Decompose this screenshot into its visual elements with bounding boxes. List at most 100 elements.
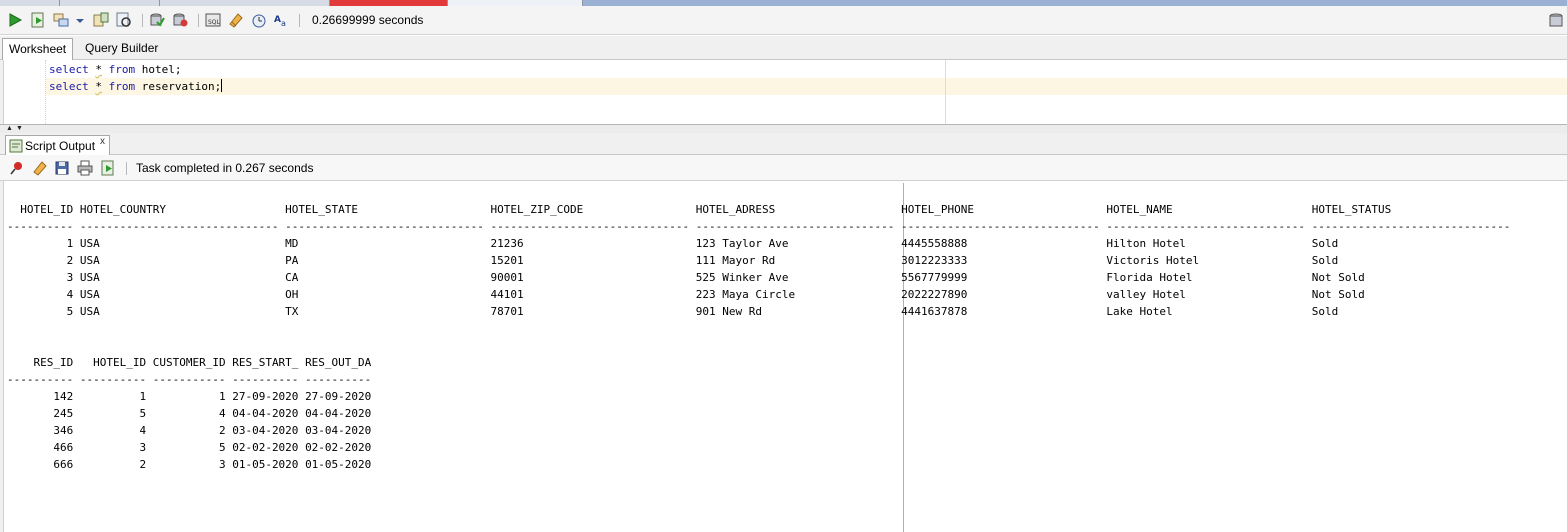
code-line[interactable]: select * from reservation; — [49, 78, 223, 95]
table-cell: USA — [79, 237, 279, 250]
table-cell: Not Sold — [1311, 271, 1511, 284]
run-statement-icon[interactable] — [7, 12, 23, 28]
autotrace-icon[interactable] — [93, 12, 109, 28]
column-header: RES_OUT_DA — [305, 356, 372, 369]
table-cell: 02-02-2020 — [305, 441, 372, 454]
editor-tabs: Worksheet Query Builder — [0, 36, 1567, 60]
table-cell: Sold — [1311, 254, 1511, 267]
column-header: RES_START_ — [232, 356, 299, 369]
table-cell: 5567779999 — [901, 271, 1100, 284]
table-cell: PA — [285, 254, 484, 267]
table-cell: 346 — [7, 424, 74, 437]
table-cell: 3012223333 — [901, 254, 1100, 267]
dropdown-arrow-icon[interactable] — [75, 12, 85, 28]
reservation-result-table: RES_ID HOTEL_ID CUSTOMER_ID RES_START_ R… — [7, 354, 371, 473]
eraser-icon[interactable] — [32, 160, 48, 176]
table-cell: 123 Taylor Ave — [695, 237, 895, 250]
table-cell: 04-04-2020 — [232, 407, 299, 420]
unshared-sql-worksheet-icon[interactable] — [251, 12, 267, 28]
result-separator: ---------- -----------------------------… — [7, 220, 1511, 233]
table-cell: 4 — [7, 288, 74, 301]
table-cell: 525 Winker Ave — [695, 271, 895, 284]
table-name: hotel; — [141, 63, 182, 76]
table-cell: USA — [79, 254, 279, 267]
table-cell: 01-05-2020 — [305, 458, 372, 471]
run-script-icon[interactable] — [30, 12, 46, 28]
collapse-up-arrow-icon[interactable]: ▲ — [6, 125, 13, 133]
table-cell: USA — [79, 288, 279, 301]
table-cell: 1 — [79, 390, 147, 403]
table-cell: Sold — [1311, 237, 1511, 250]
clear-icon[interactable] — [228, 12, 244, 28]
tab-worksheet[interactable]: Worksheet — [2, 38, 74, 60]
editor-gutter — [0, 60, 46, 124]
sql-history-icon[interactable]: SQL — [205, 12, 221, 28]
script-output-label: Script Output — [25, 139, 96, 153]
code-line[interactable]: select * from hotel; — [49, 61, 182, 78]
column-header: HOTEL_STATE — [285, 203, 484, 216]
result-header-row: HOTEL_ID HOTEL_COUNTRY HOTEL_STATE HOTEL… — [7, 203, 1510, 216]
panel-splitter[interactable]: ▲ ▼ — [0, 124, 1567, 133]
column-header: RES_ID — [7, 356, 74, 369]
table-cell: 4445558888 — [901, 237, 1100, 250]
table-cell: 02-02-2020 — [232, 441, 299, 454]
sql-tuning-icon[interactable] — [116, 12, 132, 28]
result-separator: ---------- ---------- ----------- ------… — [7, 373, 372, 386]
table-cell: 5 — [79, 407, 147, 420]
table-cell: 666 — [7, 458, 74, 471]
table-cell: 4 — [79, 424, 147, 437]
table-cell: 03-04-2020 — [232, 424, 299, 437]
table-cell: 27-09-2020 — [232, 390, 299, 403]
tab-query-builder[interactable]: Query Builder — [79, 38, 164, 60]
keyword-from: from — [108, 80, 136, 93]
toolbar-separator — [142, 14, 143, 27]
table-cell: 27-09-2020 — [305, 390, 372, 403]
export-icon[interactable] — [100, 160, 116, 176]
collapse-down-arrow-icon[interactable]: ▼ — [16, 125, 23, 133]
table-cell: 03-04-2020 — [305, 424, 372, 437]
connection-icon[interactable] — [1548, 12, 1564, 28]
toolbar-separator — [299, 14, 300, 27]
close-icon[interactable]: x — [100, 136, 105, 147]
execution-time: 0.26699999 seconds — [312, 13, 424, 27]
table-cell: 223 Maya Circle — [695, 288, 895, 301]
format-icon[interactable]: Aa — [273, 12, 289, 28]
table-cell: 3 — [152, 458, 226, 471]
table-cell: 21236 — [490, 237, 690, 250]
explain-plan-icon[interactable] — [53, 12, 69, 28]
print-icon[interactable] — [77, 160, 93, 176]
pin-icon[interactable] — [9, 160, 25, 176]
commit-icon[interactable] — [149, 12, 165, 28]
toolbar-separator — [126, 162, 127, 175]
rollback-icon[interactable] — [172, 12, 188, 28]
table-cell: 5 — [7, 305, 74, 318]
output-tabs: Script Output x — [0, 133, 1567, 155]
keyword-select: select — [49, 80, 89, 93]
column-header: HOTEL_ZIP_CODE — [490, 203, 690, 216]
toolbar-separator — [198, 14, 199, 27]
sql-editor[interactable]: select * from hotel; select * from reser… — [0, 60, 1567, 124]
table-cell: 78701 — [490, 305, 690, 318]
wildcard: * — [95, 80, 102, 93]
table-cell: 142 — [7, 390, 74, 403]
save-icon[interactable] — [54, 160, 70, 176]
table-cell: 245 — [7, 407, 74, 420]
table-cell: 01-05-2020 — [232, 458, 299, 471]
table-cell: Not Sold — [1311, 288, 1511, 301]
table-cell: 1 — [152, 390, 226, 403]
tab-script-output[interactable]: Script Output x — [5, 135, 110, 155]
table-cell: 15201 — [490, 254, 690, 267]
table-cell: Sold — [1311, 305, 1511, 318]
column-header: HOTEL_COUNTRY — [79, 203, 279, 216]
table-cell: Hilton Hotel — [1106, 237, 1306, 250]
svg-text:SQL: SQL — [208, 19, 221, 26]
table-row: 4 USA OH 44101 223 Maya Circle 202222789… — [7, 288, 1510, 301]
svg-text:A: A — [274, 15, 281, 25]
wildcard: * — [95, 63, 102, 76]
table-row: 245 5 4 04-04-2020 04-04-2020 — [7, 407, 371, 420]
table-cell: 466 — [7, 441, 74, 454]
right-margin-line — [945, 60, 946, 124]
current-line-highlight — [46, 78, 1567, 95]
table-cell: 44101 — [490, 288, 690, 301]
table-cell: Lake Hotel — [1106, 305, 1306, 318]
